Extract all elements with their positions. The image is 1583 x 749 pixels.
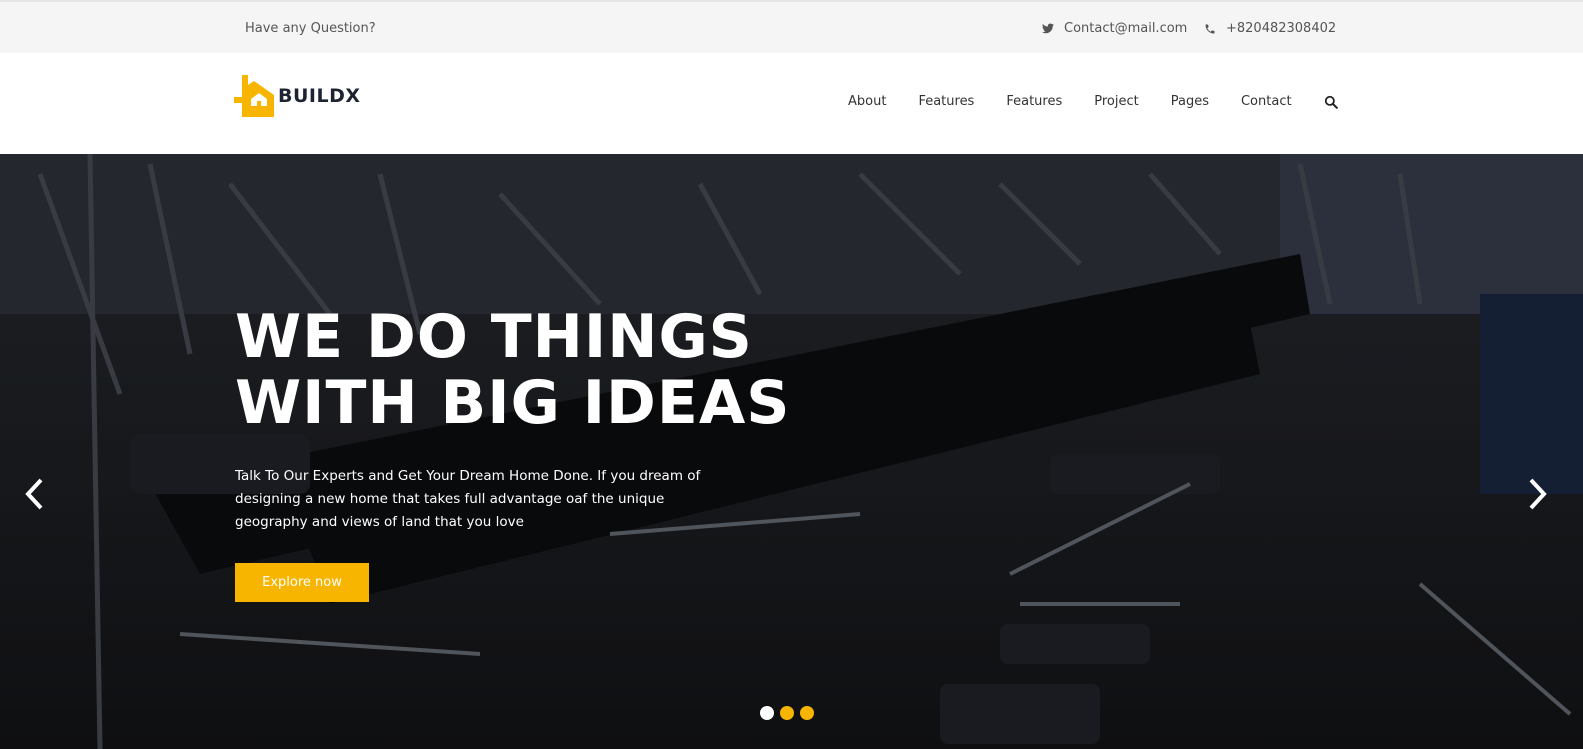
main-nav: About Features Features Project Pages Co… xyxy=(848,94,1338,109)
nav-item-features[interactable]: Features xyxy=(918,94,974,109)
hero-title-line-2: WITH BIG IDEAS xyxy=(235,368,791,438)
slider-dot-1[interactable] xyxy=(760,706,774,720)
top-info-bar: Have any Question? Contact@mail.com +820… xyxy=(0,0,1583,53)
hero-background-image xyxy=(0,154,1583,749)
search-button[interactable] xyxy=(1324,95,1338,109)
email-link[interactable]: Contact@mail.com xyxy=(1042,21,1187,36)
chevron-left-icon xyxy=(25,478,43,510)
twitter-icon xyxy=(1042,23,1054,34)
phone-link[interactable]: +820482308402 xyxy=(1204,21,1336,36)
hero-title-line-1: WE DO THINGS xyxy=(235,302,753,372)
logo-text: BUILDX xyxy=(278,85,361,107)
slider-next-button[interactable] xyxy=(1522,476,1552,512)
site-header: BUILDX About Features Features Project P… xyxy=(0,53,1583,154)
search-icon xyxy=(1324,95,1338,109)
slider-dot-3[interactable] xyxy=(800,706,814,720)
nav-item-contact[interactable]: Contact xyxy=(1241,94,1292,109)
slider-pagination xyxy=(760,706,820,720)
question-text: Have any Question? xyxy=(245,21,376,36)
hero-title: WE DO THINGS WITH BIG IDEAS xyxy=(235,304,791,436)
nav-item-project[interactable]: Project xyxy=(1094,94,1138,109)
phone-text: +820482308402 xyxy=(1226,21,1337,36)
nav-item-pages[interactable]: Pages xyxy=(1171,94,1209,109)
slider-dot-2[interactable] xyxy=(780,706,794,720)
hero-subtitle: Talk To Our Experts and Get Your Dream H… xyxy=(235,468,701,530)
phone-icon xyxy=(1205,24,1215,33)
email-text: Contact@mail.com xyxy=(1064,21,1188,36)
house-logo-icon xyxy=(234,75,274,117)
nav-item-features-2[interactable]: Features xyxy=(1006,94,1062,109)
explore-now-button[interactable]: Explore now xyxy=(235,563,369,602)
hero-slider: WE DO THINGS WITH BIG IDEAS Talk To Our … xyxy=(0,154,1583,749)
slider-prev-button[interactable] xyxy=(20,476,50,512)
logo[interactable]: BUILDX xyxy=(234,75,361,117)
nav-item-about[interactable]: About xyxy=(848,94,886,109)
chevron-right-icon xyxy=(1529,478,1547,510)
